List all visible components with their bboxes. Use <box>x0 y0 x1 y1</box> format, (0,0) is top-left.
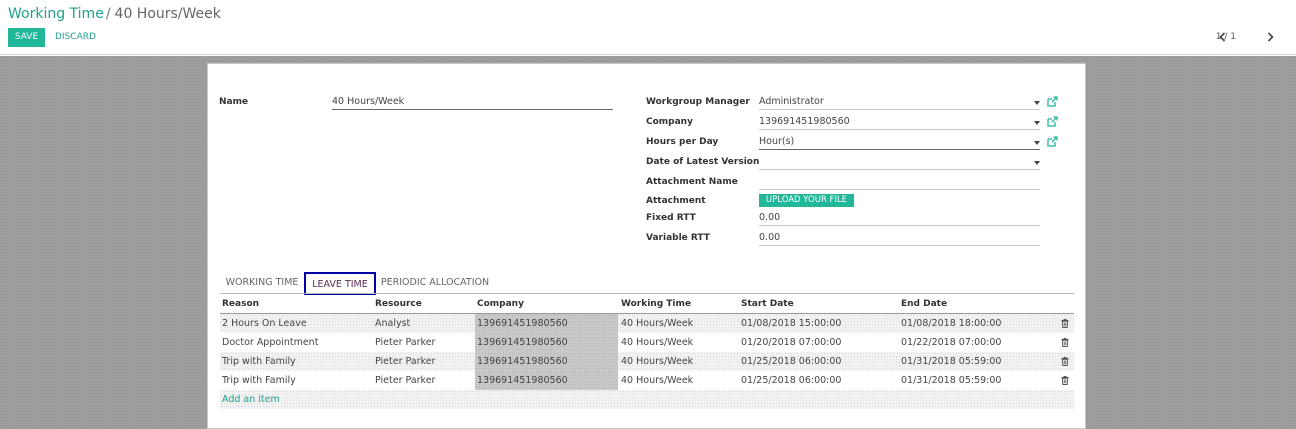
reason-cell: 2 Hours On Leave <box>222 318 307 329</box>
column-header-start-date[interactable]: Start Date <box>741 298 794 310</box>
upload-file-button[interactable]: UPLOAD YOUR FILE <box>759 194 854 207</box>
breadcrumb-separator: / <box>105 6 111 22</box>
trash-icon[interactable] <box>1061 376 1069 385</box>
attachment-name-label: Attachment Name <box>646 177 738 187</box>
working-time-cell: 40 Hours/Week <box>621 356 694 367</box>
working-time-cell: 40 Hours/Week <box>621 337 694 348</box>
table-row[interactable]: 2 Hours On Leave Analyst 139691451980560… <box>220 314 1074 333</box>
tab-working-time[interactable]: WORKING TIME <box>222 272 302 295</box>
start-date-cell: 01/25/2018 06:00:00 <box>741 375 842 386</box>
chevron-left-icon <box>1218 32 1225 42</box>
chevron-down-icon[interactable] <box>1034 101 1040 105</box>
variable-rtt-field[interactable]: 0.00 <box>759 232 1040 246</box>
company-select[interactable]: 139691451980560 <box>759 116 1040 130</box>
save-button[interactable]: SAVE <box>8 28 45 47</box>
column-header-resource[interactable]: Resource <box>375 298 422 310</box>
add-item-row: Add an item <box>220 390 1074 409</box>
end-date-cell: 01/31/2018 05:59:00 <box>901 356 1002 367</box>
pager-next-button[interactable] <box>1263 29 1277 45</box>
date-latest-version-select[interactable] <box>759 156 1040 170</box>
reason-cell: Doctor Appointment <box>222 337 319 348</box>
attachment-name-field[interactable] <box>759 176 1040 190</box>
chevron-down-icon[interactable] <box>1034 161 1040 165</box>
workgroup-manager-select[interactable]: Administrator <box>759 96 1040 110</box>
external-link-icon[interactable] <box>1047 116 1058 127</box>
tab-periodic-allocation[interactable]: PERIODIC ALLOCATION <box>380 272 490 295</box>
resource-cell: Analyst <box>375 318 411 329</box>
end-date-cell: 01/22/2018 07:00:00 <box>901 337 1002 348</box>
column-header-working-time[interactable]: Working Time <box>621 298 691 310</box>
end-date-cell: 01/08/2018 18:00:00 <box>901 318 1002 329</box>
company-cell: 139691451980560 <box>475 371 618 390</box>
fixed-rtt-label: Fixed RTT <box>646 213 696 223</box>
tabs-divider <box>220 293 1074 294</box>
add-item-link[interactable]: Add an item <box>222 390 280 409</box>
start-date-cell: 01/20/2018 07:00:00 <box>741 337 842 348</box>
workgroup-manager-label: Workgroup Manager <box>646 97 750 107</box>
reason-cell: Trip with Family <box>222 356 296 367</box>
company-cell: 139691451980560 <box>475 352 618 371</box>
start-date-cell: 01/08/2018 15:00:00 <box>741 318 842 329</box>
end-date-cell: 01/31/2018 05:59:00 <box>901 375 1002 386</box>
start-date-cell: 01/25/2018 06:00:00 <box>741 356 842 367</box>
reason-cell: Trip with Family <box>222 375 296 386</box>
trash-icon[interactable] <box>1061 338 1069 347</box>
date-latest-version-label: Date of Latest Version <box>646 157 760 167</box>
chevron-down-icon[interactable] <box>1034 121 1040 125</box>
breadcrumb-current: 40 Hours/Week <box>114 6 221 22</box>
name-field[interactable]: 40 Hours/Week <box>332 96 613 110</box>
table-row[interactable]: Doctor Appointment Pieter Parker 1396914… <box>220 333 1074 352</box>
column-header-reason[interactable]: Reason <box>222 298 259 310</box>
company-cell: 139691451980560 <box>475 333 618 352</box>
column-header-end-date[interactable]: End Date <box>901 298 947 310</box>
variable-rtt-label: Variable RTT <box>646 233 710 243</box>
company-label: Company <box>646 117 693 127</box>
hours-per-day-select[interactable]: Hour(s) <box>759 136 1040 150</box>
discard-button[interactable]: DISCARD <box>55 28 96 47</box>
tab-leave-time[interactable]: LEAVE TIME <box>304 272 376 295</box>
hours-per-day-label: Hours per Day <box>646 137 719 147</box>
working-time-cell: 40 Hours/Week <box>621 318 694 329</box>
resource-cell: Pieter Parker <box>375 356 436 367</box>
external-link-icon[interactable] <box>1047 96 1058 107</box>
resource-cell: Pieter Parker <box>375 375 436 386</box>
fixed-rtt-field[interactable]: 0.00 <box>759 212 1040 226</box>
attachment-label: Attachment <box>646 196 706 206</box>
working-time-cell: 40 Hours/Week <box>621 375 694 386</box>
chevron-down-icon[interactable] <box>1034 141 1040 145</box>
control-panel: Working Time/40 Hours/Week SAVE DISCARD … <box>0 0 1296 55</box>
pager-previous-button[interactable] <box>1215 29 1229 45</box>
breadcrumb: Working Time/40 Hours/Week <box>8 6 221 22</box>
table-row[interactable]: Trip with Family Pieter Parker 139691451… <box>220 371 1074 390</box>
resource-cell: Pieter Parker <box>375 337 436 348</box>
breadcrumb-working-time-link[interactable]: Working Time <box>8 6 104 22</box>
chevron-right-icon <box>1267 32 1274 42</box>
external-link-icon[interactable] <box>1047 136 1058 147</box>
column-header-company[interactable]: Company <box>477 298 524 310</box>
trash-icon[interactable] <box>1061 357 1069 366</box>
company-cell: 139691451980560 <box>475 314 618 333</box>
trash-icon[interactable] <box>1061 319 1069 328</box>
name-label: Name <box>219 97 249 107</box>
table-row[interactable]: Trip with Family Pieter Parker 139691451… <box>220 352 1074 371</box>
